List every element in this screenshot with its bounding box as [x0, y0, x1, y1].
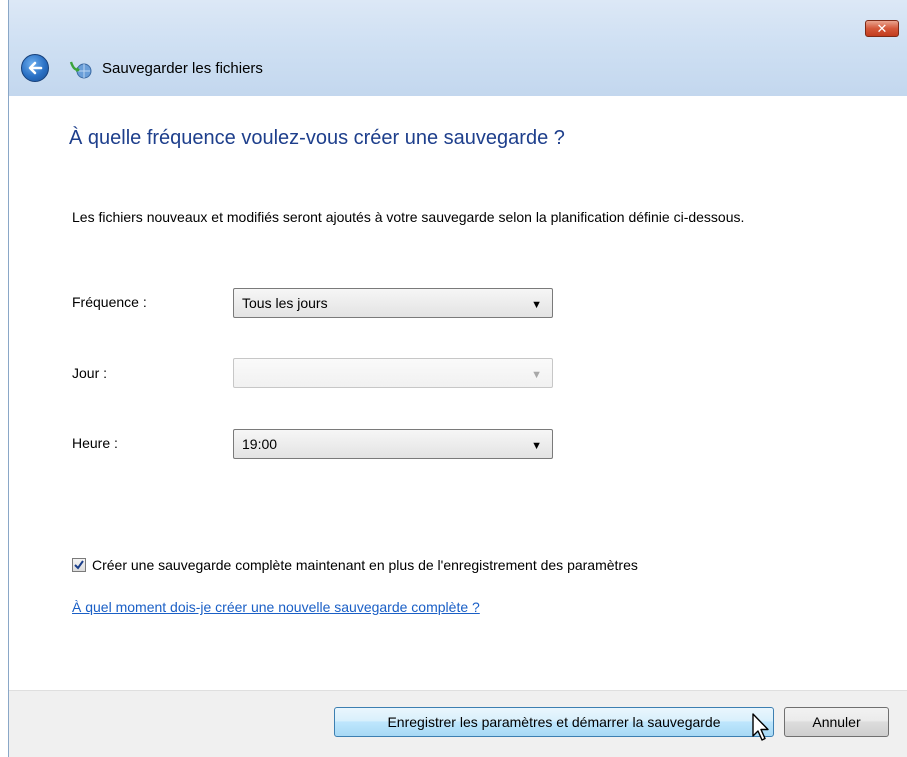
- frequency-label: Fréquence :: [72, 294, 147, 310]
- title-bar: ✕ Sauvegarder les fichiers: [9, 0, 907, 96]
- dropdown-arrow-icon: ▼: [531, 369, 542, 381]
- time-select[interactable]: 19:00 ▼: [233, 429, 553, 459]
- back-arrow-icon: [28, 61, 43, 75]
- time-value: 19:00: [242, 436, 278, 452]
- day-label: Jour :: [72, 365, 108, 381]
- full-backup-checkbox[interactable]: [72, 558, 86, 572]
- button-bar: Enregistrer les paramètres et démarrer l…: [9, 690, 907, 757]
- full-backup-label[interactable]: Créer une sauvegarde complète maintenant…: [92, 557, 638, 573]
- dropdown-arrow-icon: ▼: [531, 299, 542, 311]
- cancel-button[interactable]: Annuler: [784, 707, 889, 737]
- frequency-value: Tous les jours: [242, 295, 328, 311]
- page-title: À quelle fréquence voulez-vous créer une…: [69, 127, 565, 149]
- mouse-pointer-icon: [752, 713, 769, 741]
- dropdown-arrow-icon: ▼: [531, 440, 542, 452]
- backup-icon: [69, 61, 92, 79]
- time-label: Heure :: [72, 435, 118, 451]
- full-backup-option: Créer une sauvegarde complète maintenant…: [72, 556, 638, 574]
- day-select: ▼: [233, 358, 553, 388]
- backup-settings-window: ✕ Sauvegarder les fichiers À quelle fréq…: [8, 0, 907, 757]
- window-title: Sauvegarder les fichiers: [102, 60, 263, 77]
- full-backup-help-link[interactable]: À quel moment dois-je créer une nouvelle…: [72, 599, 480, 615]
- page-description: Les fichiers nouveaux et modifiés seront…: [72, 209, 745, 225]
- checkmark-icon: [74, 560, 84, 570]
- close-icon: ✕: [876, 20, 888, 36]
- back-button[interactable]: [21, 54, 49, 82]
- frequency-select[interactable]: Tous les jours ▼: [233, 288, 553, 318]
- close-button[interactable]: ✕: [865, 20, 899, 37]
- save-and-start-button[interactable]: Enregistrer les paramètres et démarrer l…: [334, 707, 774, 737]
- content-area: À quelle fréquence voulez-vous créer une…: [9, 96, 907, 690]
